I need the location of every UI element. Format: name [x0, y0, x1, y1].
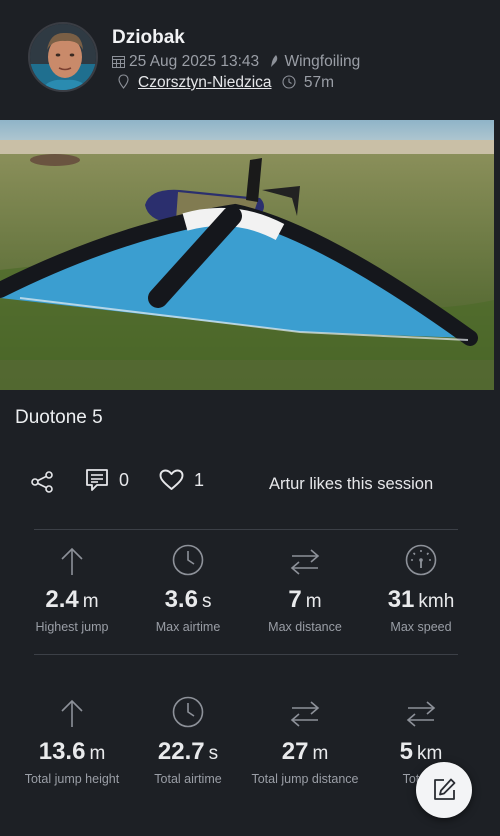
session-title: Duotone 5	[15, 407, 103, 428]
stat-label: Total jump height	[24, 772, 120, 786]
stat-value: 22.7	[157, 738, 205, 765]
stat-value: 27	[281, 738, 309, 765]
divider	[34, 654, 458, 655]
stat-unit: m	[89, 743, 106, 764]
swap-arrows-icon	[245, 542, 365, 576]
stat-total-jump-distance: 27 m Total jump distance	[245, 694, 365, 786]
stat-label: Max speed	[390, 620, 452, 634]
divider	[34, 529, 458, 530]
stat-unit: m	[312, 743, 329, 764]
stat-max-speed: 31 kmh Max speed	[361, 542, 481, 634]
stat-unit: m	[305, 591, 322, 612]
stat-value: 31	[387, 586, 415, 613]
stat-value: 13.6	[38, 738, 86, 765]
sport-type: Wingfoiling	[284, 53, 361, 70]
calendar-icon	[112, 55, 125, 73]
stat-unit: km	[417, 743, 443, 764]
session-header: Dziobak 25 Aug 2025 13:43 Wingfoiling Cz…	[0, 0, 500, 120]
stat-label: Highest jump	[35, 620, 109, 634]
session-photo[interactable]	[0, 120, 494, 390]
stat-value: 2.4	[45, 586, 79, 613]
stat-label: Max airtime	[155, 620, 221, 634]
comments-count: 0	[119, 469, 130, 490]
stat-label: Max distance	[268, 620, 342, 634]
swap-arrows-icon	[361, 694, 481, 728]
user-name[interactable]: Dziobak	[112, 27, 185, 49]
wing-icon	[269, 54, 280, 73]
stat-label: Total jump distance	[251, 772, 359, 786]
stat-value: 7	[288, 586, 302, 613]
likes-summary[interactable]: Artur likes this session	[269, 475, 433, 494]
stat-max-airtime: 3.6 s Max airtime	[128, 542, 248, 634]
speedometer-icon	[361, 542, 481, 576]
edit-session-button[interactable]	[416, 762, 472, 818]
edit-icon	[434, 778, 456, 800]
session-meta: 25 Aug 2025 13:43 Wingfoiling	[112, 53, 360, 73]
wing-photo-image	[0, 120, 494, 390]
likes-count: 1	[194, 469, 205, 490]
stat-total-airtime: 22.7 s Total airtime	[128, 694, 248, 786]
clock-icon	[282, 75, 296, 94]
stat-value: 5	[399, 738, 414, 765]
session-date: 25 Aug 2025 13:43	[129, 53, 260, 70]
swap-arrows-icon	[245, 694, 365, 728]
stat-highest-jump: 2.4 m Highest jump	[12, 542, 132, 634]
arrow-up-icon	[12, 694, 132, 728]
stat-unit: kmh	[418, 591, 455, 612]
arrow-up-icon	[12, 542, 132, 576]
heart-icon	[159, 469, 184, 490]
like-button[interactable]: 1	[159, 469, 204, 491]
share-icon	[31, 471, 53, 493]
stat-unit: s	[208, 743, 219, 764]
share-button[interactable]	[30, 470, 54, 494]
stat-label: Total airtime	[154, 772, 222, 786]
stat-unit: m	[82, 591, 99, 612]
stat-max-distance: 7m Max distance	[245, 542, 365, 634]
avatar[interactable]	[28, 22, 98, 92]
session-duration: 57m	[303, 74, 334, 91]
comment-icon	[86, 469, 108, 491]
session-location-line: Czorsztyn-Niedzica 57m	[112, 74, 334, 94]
comments-button[interactable]: 0	[85, 468, 129, 492]
location-link[interactable]: Czorsztyn-Niedzica	[138, 74, 272, 91]
stat-total-jump-height: 13.6 m Total jump height	[12, 694, 132, 786]
stat-unit: s	[201, 591, 212, 612]
clock-icon	[128, 542, 248, 576]
location-pin-icon	[118, 74, 129, 94]
clock-icon	[128, 694, 248, 728]
stat-value: 3.6	[164, 586, 198, 613]
